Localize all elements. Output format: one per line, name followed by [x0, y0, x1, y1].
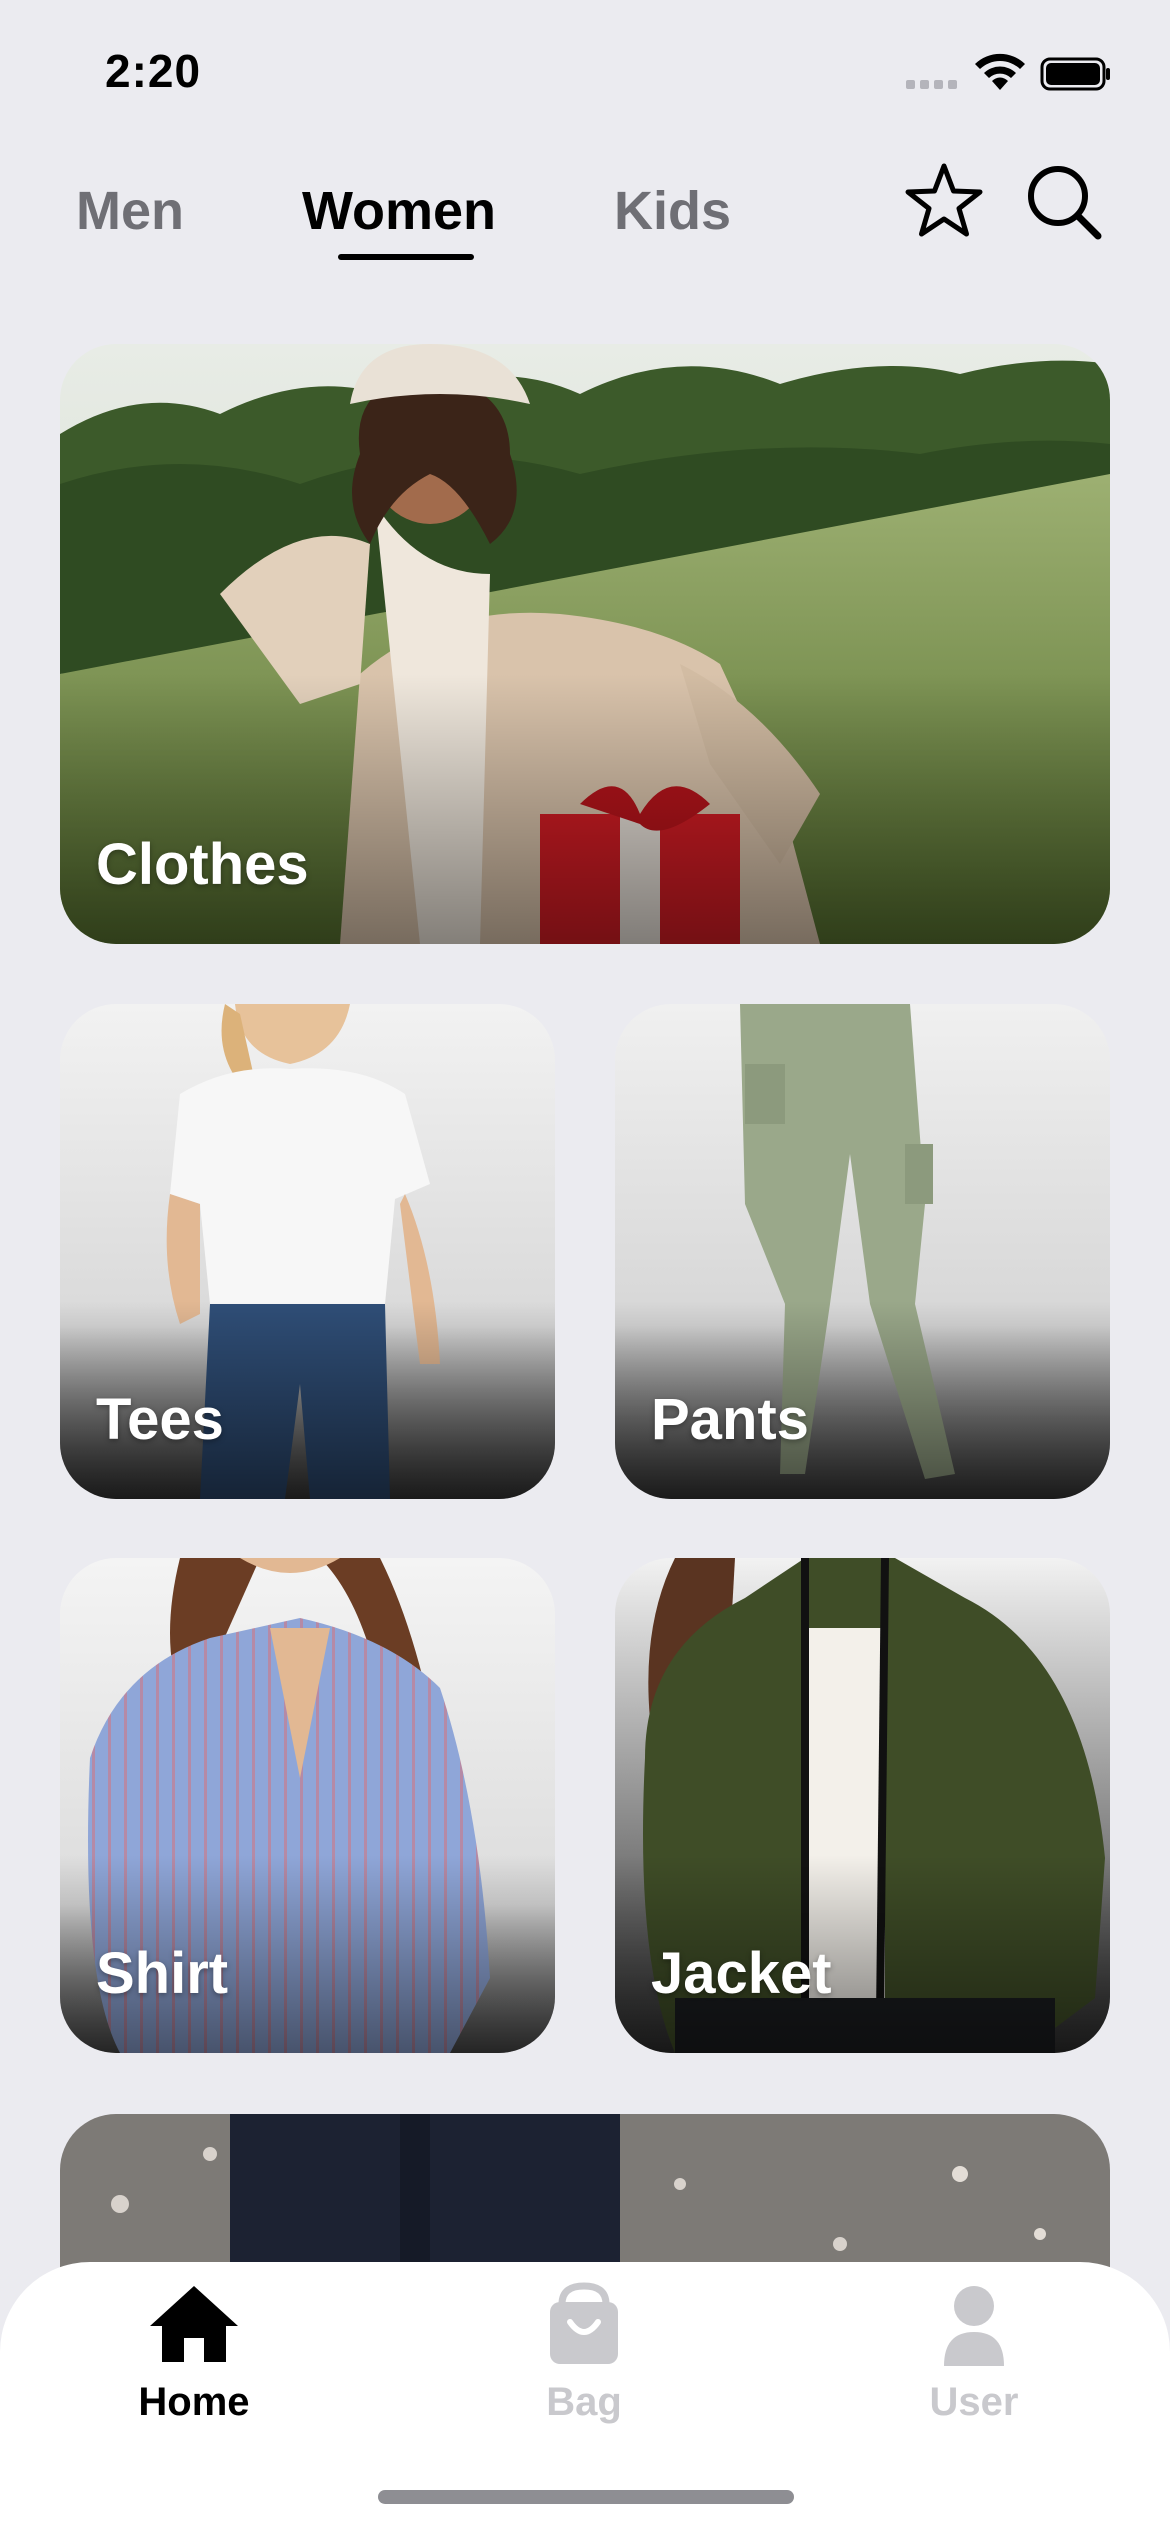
wifi-icon: [975, 53, 1025, 90]
pants-label: Pants: [651, 1387, 809, 1452]
nav-bag-label: Bag: [546, 2380, 622, 2424]
tees-label: Tees: [96, 1387, 224, 1452]
category-card-tees[interactable]: Tees: [60, 1004, 555, 1499]
search-icon[interactable]: [1022, 160, 1106, 244]
nav-home[interactable]: Home: [94, 2282, 294, 2442]
jacket-label: Jacket: [651, 1941, 832, 2006]
cellular-signal-icon: [906, 80, 957, 89]
clothes-label: Clothes: [96, 832, 309, 897]
tab-women[interactable]: Women: [302, 180, 496, 242]
shirt-label: Shirt: [96, 1941, 229, 2006]
nav-user[interactable]: User: [874, 2282, 1074, 2442]
nav-home-label: Home: [138, 2380, 250, 2424]
category-card-clothes[interactable]: Clothes: [60, 344, 1110, 944]
star-icon[interactable]: [902, 160, 986, 244]
category-card-jacket[interactable]: Jacket: [615, 1558, 1110, 2053]
category-tabs: Men Women Kids: [0, 170, 1170, 290]
status-bar: 2:20: [0, 0, 1170, 140]
category-card-shirt[interactable]: Shirt: [60, 1558, 555, 2053]
status-time: 2:20: [105, 45, 202, 97]
screen: 2:20 Men Women Kids Clothes Tees Pants S…: [0, 0, 1170, 2532]
nav-bag[interactable]: Bag: [484, 2282, 684, 2442]
bag-icon: [550, 2282, 618, 2364]
home-icon: [150, 2286, 238, 2362]
user-icon: [944, 2286, 1004, 2366]
tab-men[interactable]: Men: [76, 180, 184, 242]
tab-kids[interactable]: Kids: [614, 180, 731, 242]
active-tab-indicator: [338, 254, 474, 260]
battery-icon: [1040, 57, 1110, 91]
category-card-pants[interactable]: Pants: [615, 1004, 1110, 1499]
home-indicator[interactable]: [378, 2490, 794, 2504]
nav-user-label: User: [929, 2380, 1019, 2424]
